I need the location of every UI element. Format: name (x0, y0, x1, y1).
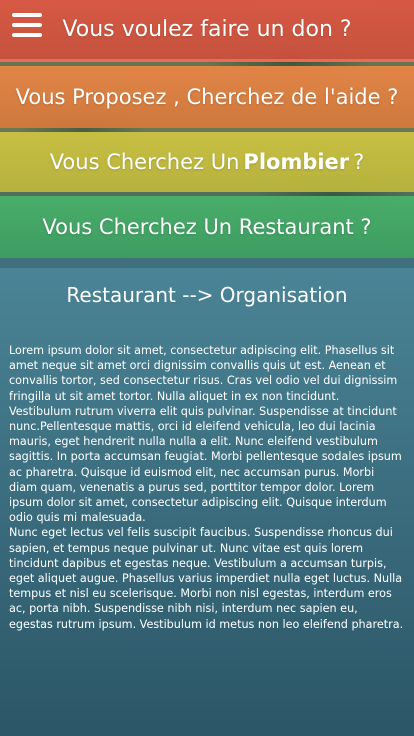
donate-banner-button[interactable]: Vous voulez faire un don ? (0, 0, 414, 62)
plumber-banner-prefix: Vous Cherchez Un (49, 150, 240, 174)
menu-bar (12, 33, 42, 37)
plumber-banner-keyword: Plombier (243, 150, 350, 174)
hamburger-menu-icon[interactable] (12, 13, 42, 37)
page-title: Restaurant --> Organisation (66, 283, 348, 307)
menu-bar (12, 13, 42, 17)
help-banner-label: Vous Proposez , Cherchez de l'aide ? (15, 85, 399, 109)
help-banner-button[interactable]: Vous Proposez , Cherchez de l'aide ? (0, 66, 414, 128)
description-text: Lorem ipsum dolor sit amet, consectetur … (9, 343, 405, 632)
description-paragraph: Nunc eget lectus vel felis suscipit fauc… (9, 526, 404, 631)
donate-banner-label: Vous voulez faire un don ? (62, 17, 352, 42)
restaurant-banner-button[interactable]: Vous Cherchez Un Restaurant ? (0, 196, 414, 258)
menu-bar (12, 23, 42, 27)
restaurant-banner-label: Vous Cherchez Un Restaurant ? (42, 215, 372, 239)
description-paragraph: Lorem ipsum dolor sit amet, consectetur … (9, 344, 402, 525)
plumber-banner-suffix: ? (353, 150, 365, 174)
plumber-banner-button[interactable]: Vous Cherchez Un Plombier ? (0, 132, 414, 192)
